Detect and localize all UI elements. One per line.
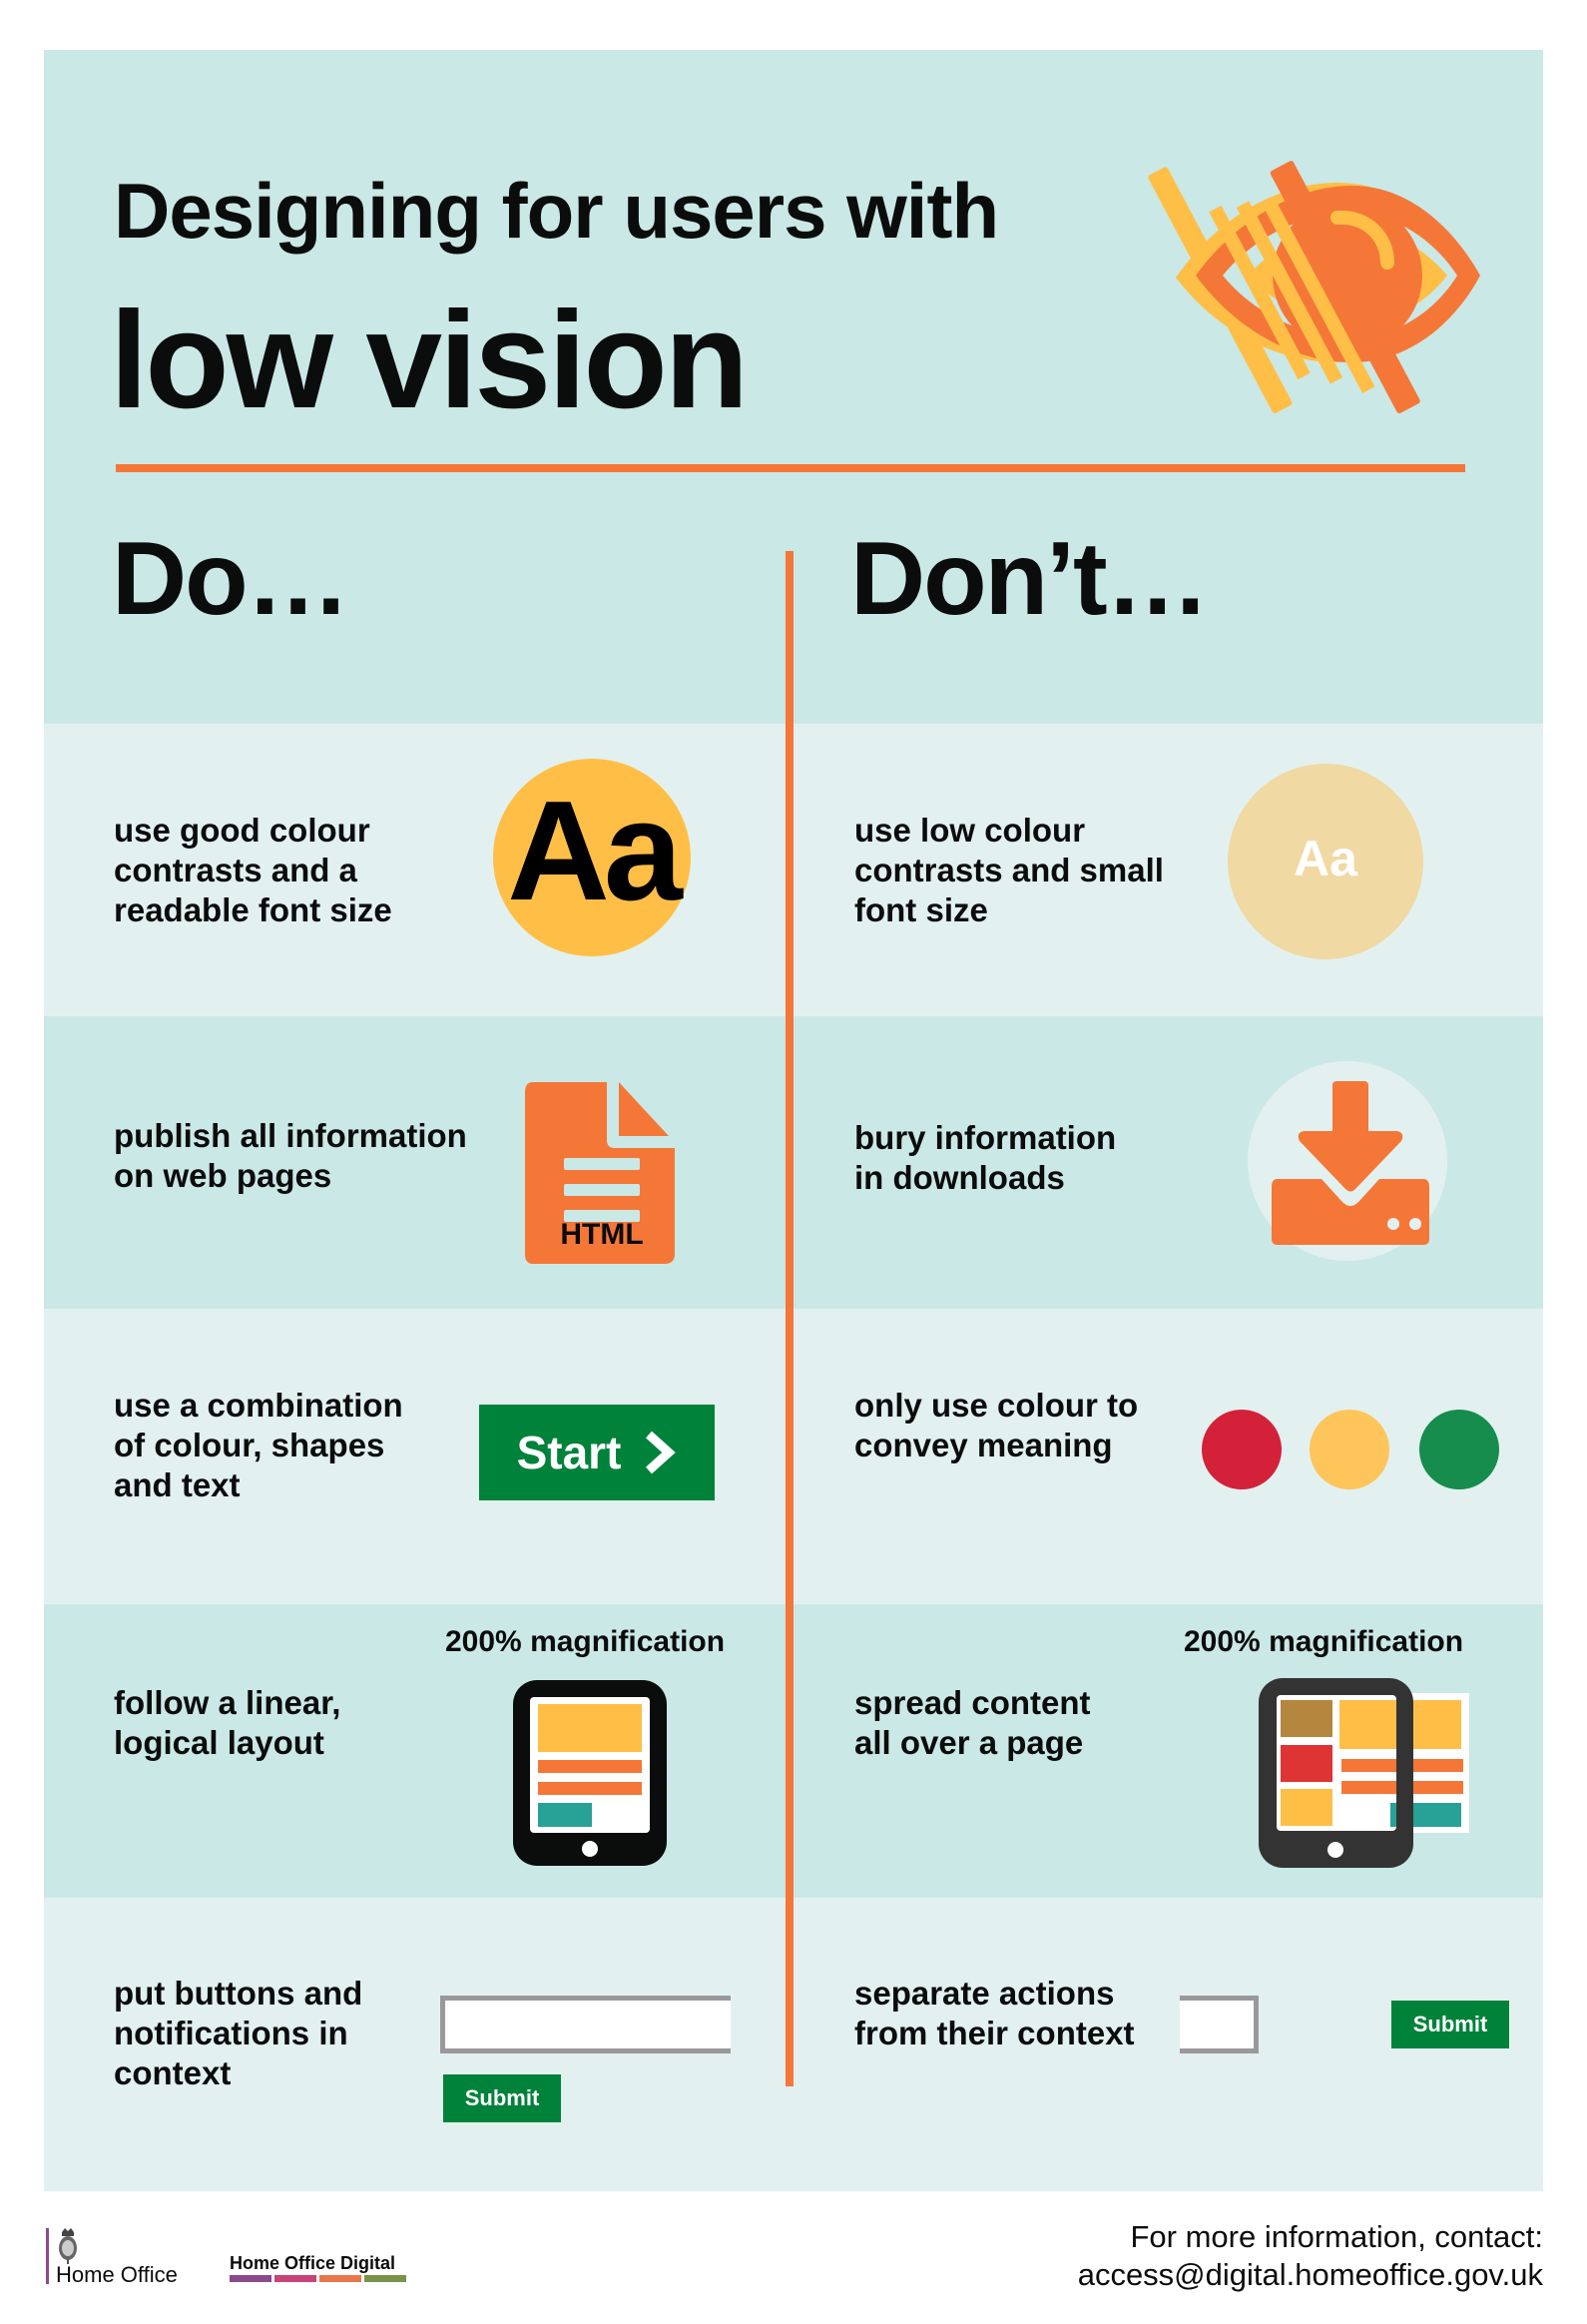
high-contrast-aa-label: Aa: [507, 772, 683, 930]
tablet-linear-layout-icon: [513, 1680, 667, 1866]
do-text-contrast: use good colour contrasts and a readable…: [114, 812, 392, 928]
dont-text-contrast: use low colour contrasts and small font …: [854, 812, 1164, 928]
hod-stripe-purple: [230, 2275, 271, 2282]
contact-label: For more information, contact:: [1130, 2219, 1544, 2254]
column-divider: [786, 551, 794, 2086]
dont-text-separate: separate actions from their context: [854, 1975, 1135, 2051]
html-label: HTML: [560, 1218, 644, 1251]
do-text-input[interactable]: [440, 1996, 731, 2053]
dont-text-downloads: bury information in downloads: [854, 1119, 1117, 1196]
dont-magnification-caption: 200% magnification: [1184, 1625, 1464, 1658]
do-text-linear: follow a linear, logical layout: [114, 1684, 341, 1761]
high-contrast-text-icon: Aa: [493, 759, 691, 956]
download-icon: [1248, 1061, 1447, 1261]
dont-text-spread: spread content all over a page: [854, 1684, 1091, 1761]
green-status-dot: [1419, 1410, 1499, 1489]
home-office-logo: Home Office: [56, 2262, 178, 2287]
do-text-publish: publish all information on web pages: [114, 1117, 467, 1194]
start-button-label: Start: [516, 1427, 622, 1478]
royal-crest-icon: [59, 2228, 77, 2264]
page-title-line1: Designing for users with: [114, 167, 999, 255]
hod-stripe-orange: [319, 2275, 361, 2282]
home-office-logo-rule: [46, 2228, 49, 2284]
start-button[interactable]: Start: [479, 1405, 715, 1500]
dont-text-colour-only: only use colour to convey meaning: [854, 1387, 1139, 1463]
hod-stripe-pink: [274, 2275, 316, 2282]
dont-heading: Don’t…: [850, 521, 1210, 637]
amber-status-dot: [1310, 1410, 1389, 1489]
dont-text-input[interactable]: [1180, 1996, 1259, 2053]
low-contrast-aa-label: Aa: [1294, 831, 1357, 886]
low-contrast-text-icon: Aa: [1228, 764, 1423, 959]
home-office-digital-logo: Home Office Digital: [230, 2253, 396, 2273]
header-divider: [116, 464, 1465, 472]
do-heading: Do…: [112, 521, 350, 637]
red-status-dot: [1202, 1410, 1282, 1489]
do-magnification-caption: 200% magnification: [445, 1625, 726, 1658]
hod-logo-stripes: [230, 2275, 406, 2282]
page-title-line2: low vision: [110, 284, 749, 437]
chevron-right-icon: [646, 1431, 677, 1474]
contact-email-link[interactable]: access@digital.homeoffice.gov.uk: [1078, 2256, 1543, 2294]
hod-stripe-green: [364, 2275, 406, 2282]
do-text-combination: use a combination of colour, shapes and …: [114, 1387, 403, 1503]
tablet-spread-layout-icon: [1259, 1678, 1469, 1868]
low-vision-eye-icon: [1148, 161, 1480, 414]
do-text-context: put buttons and notifications in context: [114, 1975, 363, 2091]
do-submit-button[interactable]: Submit: [443, 2074, 561, 2122]
dont-submit-button[interactable]: Submit: [1391, 2001, 1509, 2048]
